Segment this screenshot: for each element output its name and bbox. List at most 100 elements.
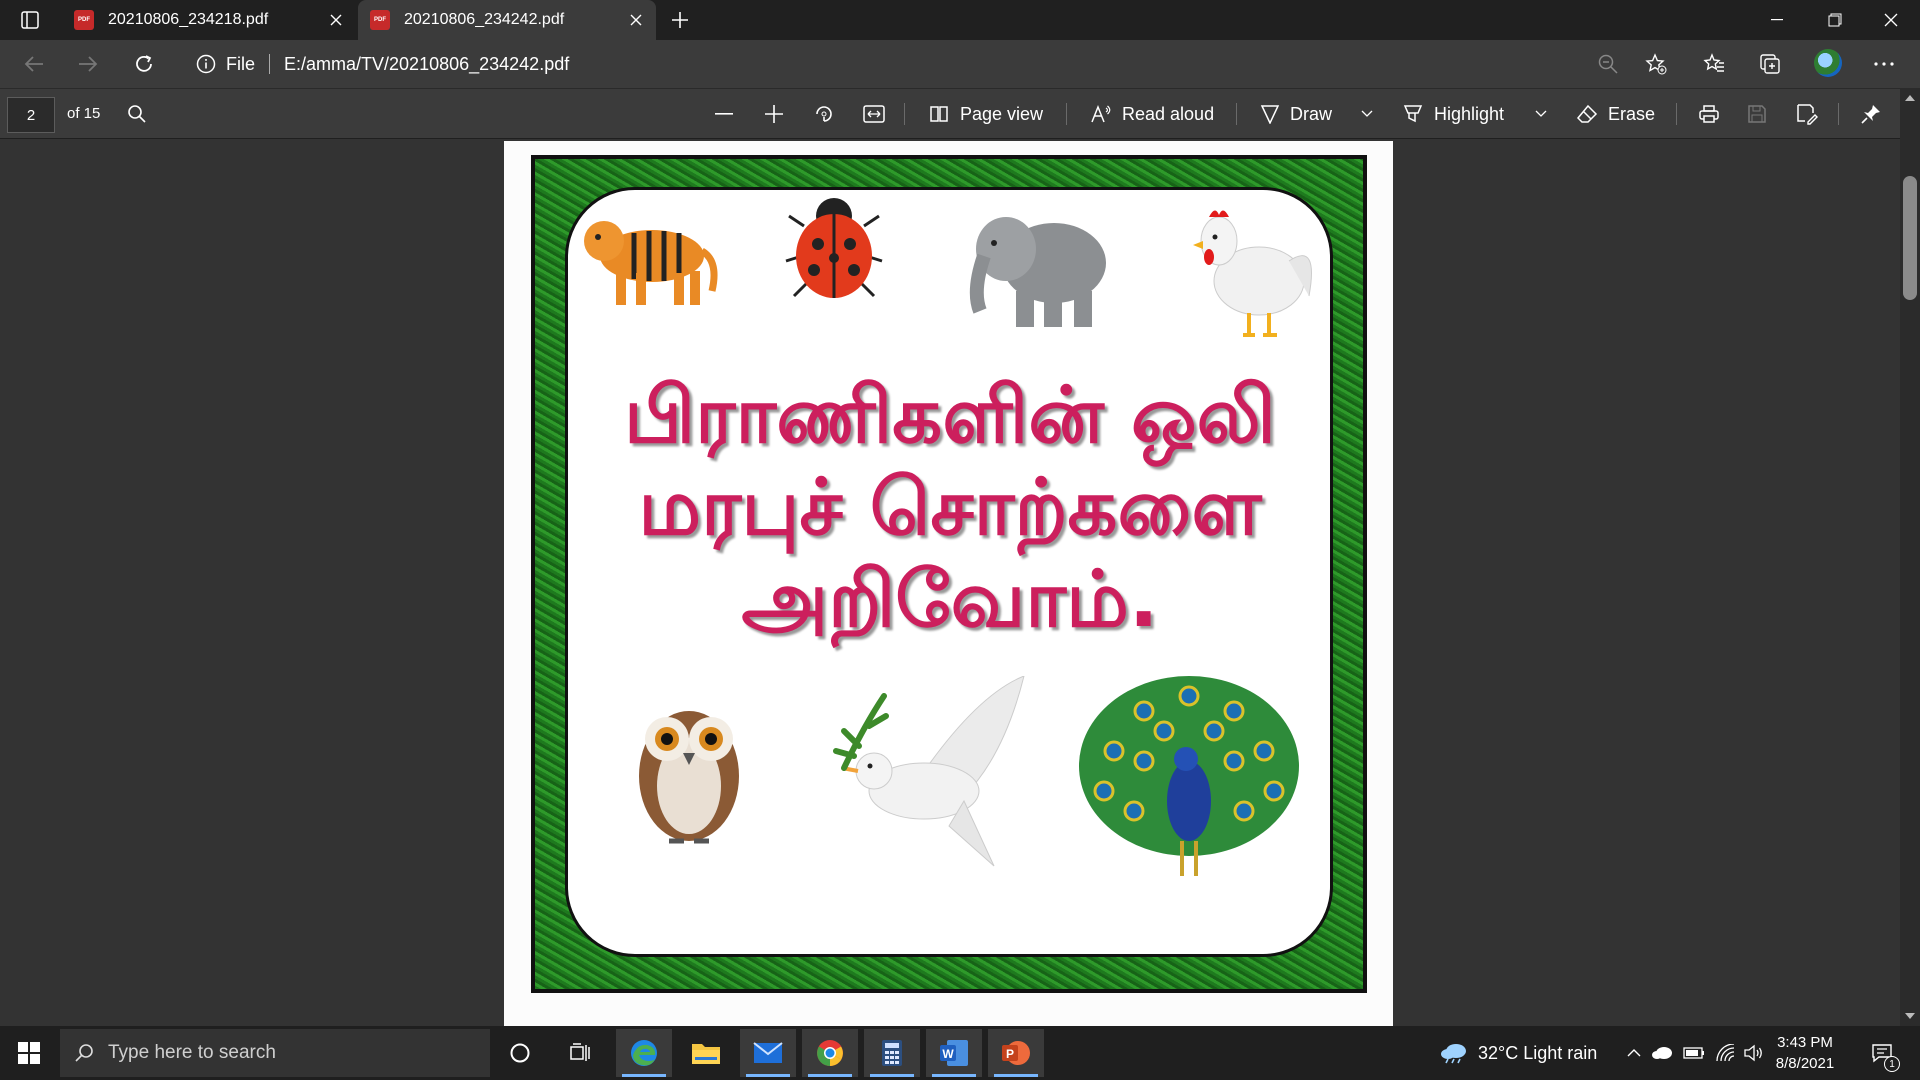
rotate-button[interactable] [808,97,840,131]
forward-button[interactable] [70,48,106,80]
url-text[interactable]: E:/amma/TV/20210806_234242.pdf [284,54,569,75]
windows-icon [18,1042,40,1064]
powerpoint-icon: P [1002,1041,1030,1065]
collections-button[interactable] [1752,48,1788,80]
notification-count-badge: 1 [1884,1056,1900,1072]
back-button[interactable] [16,48,52,80]
volume-button[interactable] [1740,1039,1768,1067]
tab-pdf-1[interactable]: PDF 20210806_234218.pdf [62,0,356,40]
page-view-icon [930,106,948,122]
peacock-icon [1074,671,1304,881]
settings-more-button[interactable] [1866,48,1902,80]
weather-text: 32°C Light rain [1478,1042,1598,1063]
highlight-button[interactable]: Highlight [1402,97,1504,131]
calculator-app-button[interactable] [864,1029,920,1077]
clock-date: 8/8/2021 [1775,1055,1835,1072]
print-button[interactable] [1692,97,1726,131]
minimize-button[interactable] [1748,0,1806,40]
draw-options-dropdown[interactable] [1356,97,1378,131]
scrollbar-thumb[interactable] [1903,176,1917,300]
taskbar-search-box[interactable]: Type here to search [60,1029,490,1077]
profile-avatar[interactable] [1814,49,1842,77]
chevron-down-icon [1535,110,1547,117]
powerpoint-app-button[interactable]: P [988,1029,1044,1077]
collections-icon [1760,54,1780,74]
edge-app-button[interactable] [616,1029,672,1077]
mail-icon [753,1042,783,1063]
erase-button[interactable]: Erase [1576,97,1655,131]
page-view-label: Page view [960,103,1044,124]
toolbar-divider [1236,103,1237,125]
page-count: of 15 [67,105,101,122]
search-placeholder: Type here to search [108,1042,276,1063]
fit-to-width-button[interactable] [858,97,890,131]
weather-widget[interactable]: 32°C Light rain [1440,1026,1597,1080]
highlight-options-dropdown[interactable] [1530,97,1552,131]
new-tab-button[interactable] [664,4,696,36]
tab-label: 20210806_234242.pdf [404,11,565,28]
scroll-up-icon [1905,95,1915,101]
show-hidden-icons-button[interactable] [1620,1039,1648,1067]
rotate-icon [816,106,832,122]
close-tab-button[interactable] [624,8,648,32]
chrome-app-button[interactable] [802,1029,858,1077]
page-view-button[interactable]: Page view [928,97,1043,131]
mail-app-button[interactable] [740,1029,796,1077]
close-tab-button[interactable] [324,8,348,32]
more-icon [1874,62,1894,66]
read-aloud-icon [1091,104,1111,123]
battery-button[interactable] [1680,1039,1708,1067]
url-scheme-label: File [226,53,256,74]
onedrive-button[interactable] [1648,1039,1676,1067]
minimize-icon [1771,19,1783,21]
highlighter-icon [1403,105,1423,123]
save-as-button[interactable] [1790,97,1824,131]
scroll-up-button[interactable] [1900,90,1920,106]
zoom-out-button[interactable] [708,97,740,131]
toolbar-divider [1676,103,1677,125]
task-view-button[interactable] [552,1029,608,1077]
elephant-icon [964,201,1114,331]
ladybug-icon [784,186,884,306]
url-box[interactable]: File E:/amma/TV/20210806_234242.pdf [180,45,1650,83]
tab-bar: PDF 20210806_234218.pdf PDF 20210806_234… [0,0,1920,40]
cortana-button[interactable] [492,1029,548,1077]
zoom-out-indicator-button[interactable] [1590,48,1626,80]
word-app-button[interactable]: W [926,1029,982,1077]
favorites-button[interactable] [1696,48,1732,80]
scroll-down-button[interactable] [1900,1008,1920,1024]
draw-button[interactable]: Draw [1260,97,1332,131]
find-button[interactable] [124,97,150,131]
pin-toolbar-button[interactable] [1850,97,1892,131]
search-icon [75,1044,93,1062]
rain-cloud-icon [1441,1044,1466,1064]
speaker-icon [1744,1044,1762,1062]
read-aloud-button[interactable]: Read aloud [1090,97,1214,131]
refresh-icon [136,55,152,72]
info-icon[interactable] [196,54,216,74]
tab-actions-button[interactable] [8,0,52,40]
plus-icon [765,105,783,123]
refresh-button[interactable] [126,48,162,80]
wifi-button[interactable] [1712,1039,1740,1067]
system-clock[interactable]: 3:43 PM 8/8/2021 [1770,1032,1840,1074]
pdf-icon: PDF [74,10,94,30]
plus-icon [672,12,688,28]
close-window-button[interactable] [1862,0,1920,40]
close-icon [630,14,642,26]
draw-label: Draw [1290,103,1333,124]
fit-width-icon [863,105,885,123]
save-button[interactable] [1740,97,1774,131]
add-favorite-button[interactable] [1638,48,1674,80]
start-button[interactable] [0,1026,58,1080]
battery-icon [1683,1047,1704,1059]
dove-icon [824,676,1034,876]
page-number-input[interactable]: 2 [7,97,55,133]
tab-pdf-2-active[interactable]: PDF 20210806_234242.pdf [358,0,656,40]
file-explorer-button[interactable] [678,1029,734,1077]
zoom-in-button[interactable] [758,97,790,131]
restore-button[interactable] [1806,0,1864,40]
taskbar: Type here to search W P 32°C Light rain [0,1026,1920,1080]
arrow-right-icon [79,56,98,72]
restore-icon [1828,13,1842,27]
